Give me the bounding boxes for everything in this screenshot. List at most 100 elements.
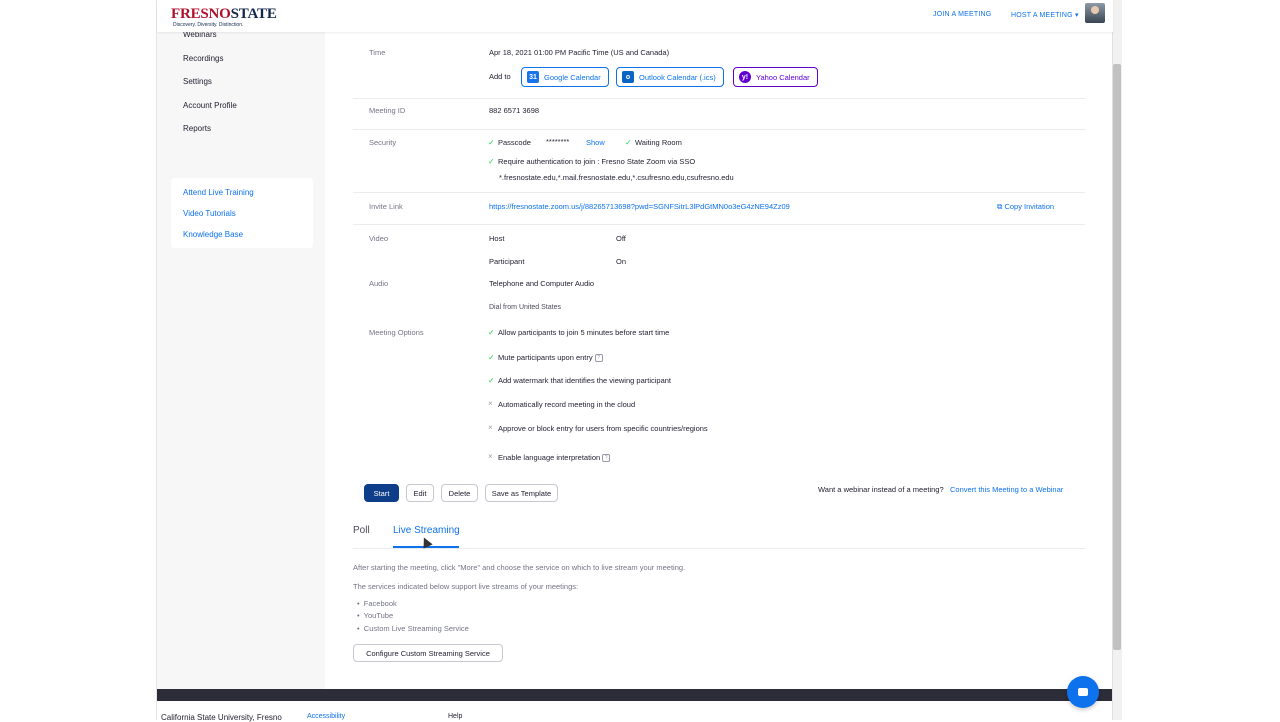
copy-invitation-button[interactable]: ⧉ Copy Invitation — [997, 202, 1054, 212]
divider — [353, 548, 1085, 549]
option-watermark: Add watermark that identifies the viewin… — [498, 376, 672, 385]
yahoo-calendar-icon: y! — [739, 71, 751, 83]
invite-link-label: Invite Link — [369, 202, 403, 211]
outlook-calendar-label: Outlook Calendar (.ics) — [639, 72, 716, 82]
services-intro: The services indicated below support liv… — [353, 582, 579, 591]
meeting-id-label: Meeting ID — [369, 106, 406, 115]
option-region-block: Approve or block entry for users from sp… — [498, 424, 708, 433]
option-cloud-record: Automatically record meeting in the clou… — [498, 400, 636, 409]
check-icon: ✓ — [488, 328, 495, 337]
service-custom: Custom Live Streaming Service — [363, 624, 469, 633]
list-item: • Facebook — [357, 599, 397, 608]
cross-icon: × — [488, 399, 493, 408]
cross-icon: × — [488, 452, 493, 461]
logo-text-fresno: FRESNO — [171, 6, 231, 22]
check-icon: ✓ — [488, 138, 495, 147]
cross-icon: × — [488, 423, 493, 432]
info-icon[interactable]: ? — [602, 454, 611, 463]
sidebar-item-reports[interactable]: Reports — [183, 124, 211, 133]
audio-label: Audio — [369, 279, 389, 288]
passcode-label: Passcode — [498, 138, 531, 147]
save-as-template-button[interactable]: Save as Template — [485, 484, 558, 502]
edit-button[interactable]: Edit — [406, 484, 434, 502]
tab-poll[interactable]: Poll — [353, 525, 370, 536]
list-item: • YouTube — [357, 611, 394, 620]
live-streaming-intro: After starting the meeting, click "More"… — [353, 563, 686, 572]
video-label: Video — [369, 234, 389, 243]
sidebar-item-settings[interactable]: Settings — [183, 77, 212, 86]
yahoo-calendar-button[interactable]: y! Yahoo Calendar — [733, 67, 818, 87]
service-facebook: Facebook — [363, 599, 397, 608]
convert-to-webinar-link[interactable]: Convert this Meeting to a Webinar — [950, 485, 1063, 494]
configure-custom-streaming-button[interactable]: Configure Custom Streaming Service — [353, 644, 503, 662]
service-youtube: YouTube — [363, 611, 394, 620]
time-value: Apr 18, 2021 01:00 PM Pacific Time (US a… — [489, 48, 670, 57]
google-calendar-label: Google Calendar — [544, 72, 601, 82]
copy-invitation-label: Copy Invitation — [1004, 202, 1055, 211]
chat-icon — [1078, 688, 1088, 696]
top-bar: FRESNOSTATE Discovery. Diversity. Distin… — [157, 0, 1113, 32]
security-label: Security — [369, 138, 397, 147]
divider — [353, 98, 1085, 99]
avatar[interactable] — [1085, 3, 1105, 23]
video-tutorials-link[interactable]: Video Tutorials — [183, 209, 236, 218]
footer — [157, 689, 1113, 720]
check-icon: ✓ — [488, 376, 495, 385]
video-host-value: Off — [616, 234, 626, 243]
divider — [353, 224, 1085, 225]
yahoo-calendar-label: Yahoo Calendar — [756, 72, 810, 82]
tab-live-streaming[interactable]: Live Streaming — [393, 525, 460, 536]
delete-button[interactable]: Delete — [441, 484, 478, 502]
sidebar-item-account-profile[interactable]: Account Profile — [183, 101, 237, 110]
help-links-box: Attend Live Training Video Tutorials Kno… — [171, 178, 313, 248]
outlook-calendar-button[interactable]: o Outlook Calendar (.ics) — [616, 67, 724, 87]
video-host-label: Host — [489, 234, 505, 243]
knowledge-base-link[interactable]: Knowledge Base — [183, 230, 243, 239]
option-mute-on-entry: Mute participants upon entry? — [498, 353, 603, 363]
scrollbar-thumb[interactable] — [1113, 64, 1121, 650]
video-participant-value: On — [616, 257, 627, 266]
time-label: Time — [369, 48, 386, 57]
logo-text-state: STATE — [230, 6, 277, 22]
dial-from: Dial from United States — [489, 304, 561, 311]
footer-university: California State University, Fresno — [161, 713, 282, 722]
host-meeting-menu[interactable]: HOST A MEETING ▾ — [1011, 11, 1079, 19]
divider — [353, 192, 1085, 193]
sidebar: Webinars Recordings Settings Account Pro… — [157, 0, 325, 690]
outlook-calendar-icon: o — [622, 71, 634, 83]
info-icon[interactable]: ? — [594, 354, 603, 363]
waiting-room-label: Waiting Room — [635, 138, 682, 147]
passcode-value: ******** — [546, 137, 570, 146]
join-meeting-link[interactable]: JOIN A MEETING — [933, 11, 991, 18]
attend-live-training-link[interactable]: Attend Live Training — [183, 188, 254, 197]
option-language-interpretation-label: Enable language interpretation — [498, 453, 601, 462]
footer-bar — [157, 689, 1113, 701]
check-icon: ✓ — [488, 353, 495, 362]
option-join-before-host: Allow participants to join 5 minutes bef… — [498, 328, 670, 337]
meeting-id-value: 882 6571 3698 — [489, 106, 540, 115]
sidebar-item-recordings[interactable]: Recordings — [183, 54, 223, 63]
footer-accessibility-link[interactable]: Accessibility — [307, 713, 345, 720]
fresno-state-logo[interactable]: FRESNOSTATE Discovery. Diversity. Distin… — [171, 6, 277, 28]
meeting-details: Time Apr 18, 2021 01:00 PM Pacific Time … — [353, 0, 1113, 690]
check-icon: ✓ — [625, 138, 632, 147]
google-calendar-button[interactable]: 31 Google Calendar — [521, 67, 609, 87]
webinar-question: Want a webinar instead of a meeting? — [818, 485, 944, 494]
page-frame: Webinars Recordings Settings Account Pro… — [156, 0, 1113, 720]
divider — [353, 129, 1085, 130]
chat-button[interactable] — [1067, 676, 1099, 708]
video-participant-label: Participant — [489, 257, 525, 266]
check-icon: ✓ — [488, 157, 495, 166]
meeting-options-label: Meeting Options — [369, 328, 424, 337]
start-button[interactable]: Start — [364, 484, 399, 502]
audio-value: Telephone and Computer Audio — [489, 279, 595, 288]
option-mute-on-entry-label: Mute participants upon entry — [498, 353, 593, 362]
auth-domains: *.fresnostate.edu,*.mail.fresnostate.edu… — [499, 173, 734, 182]
option-language-interpretation: Enable language interpretation? — [498, 453, 611, 463]
list-item: • Custom Live Streaming Service — [357, 624, 469, 633]
auth-requirement: Require authentication to join : Fresno … — [498, 157, 696, 166]
google-calendar-icon: 31 — [527, 71, 539, 83]
show-passcode-link[interactable]: Show — [586, 138, 605, 147]
invite-link-url[interactable]: https://fresnostate.zoom.us/j/8826571369… — [489, 202, 790, 211]
footer-help-link[interactable]: Help — [448, 713, 462, 720]
